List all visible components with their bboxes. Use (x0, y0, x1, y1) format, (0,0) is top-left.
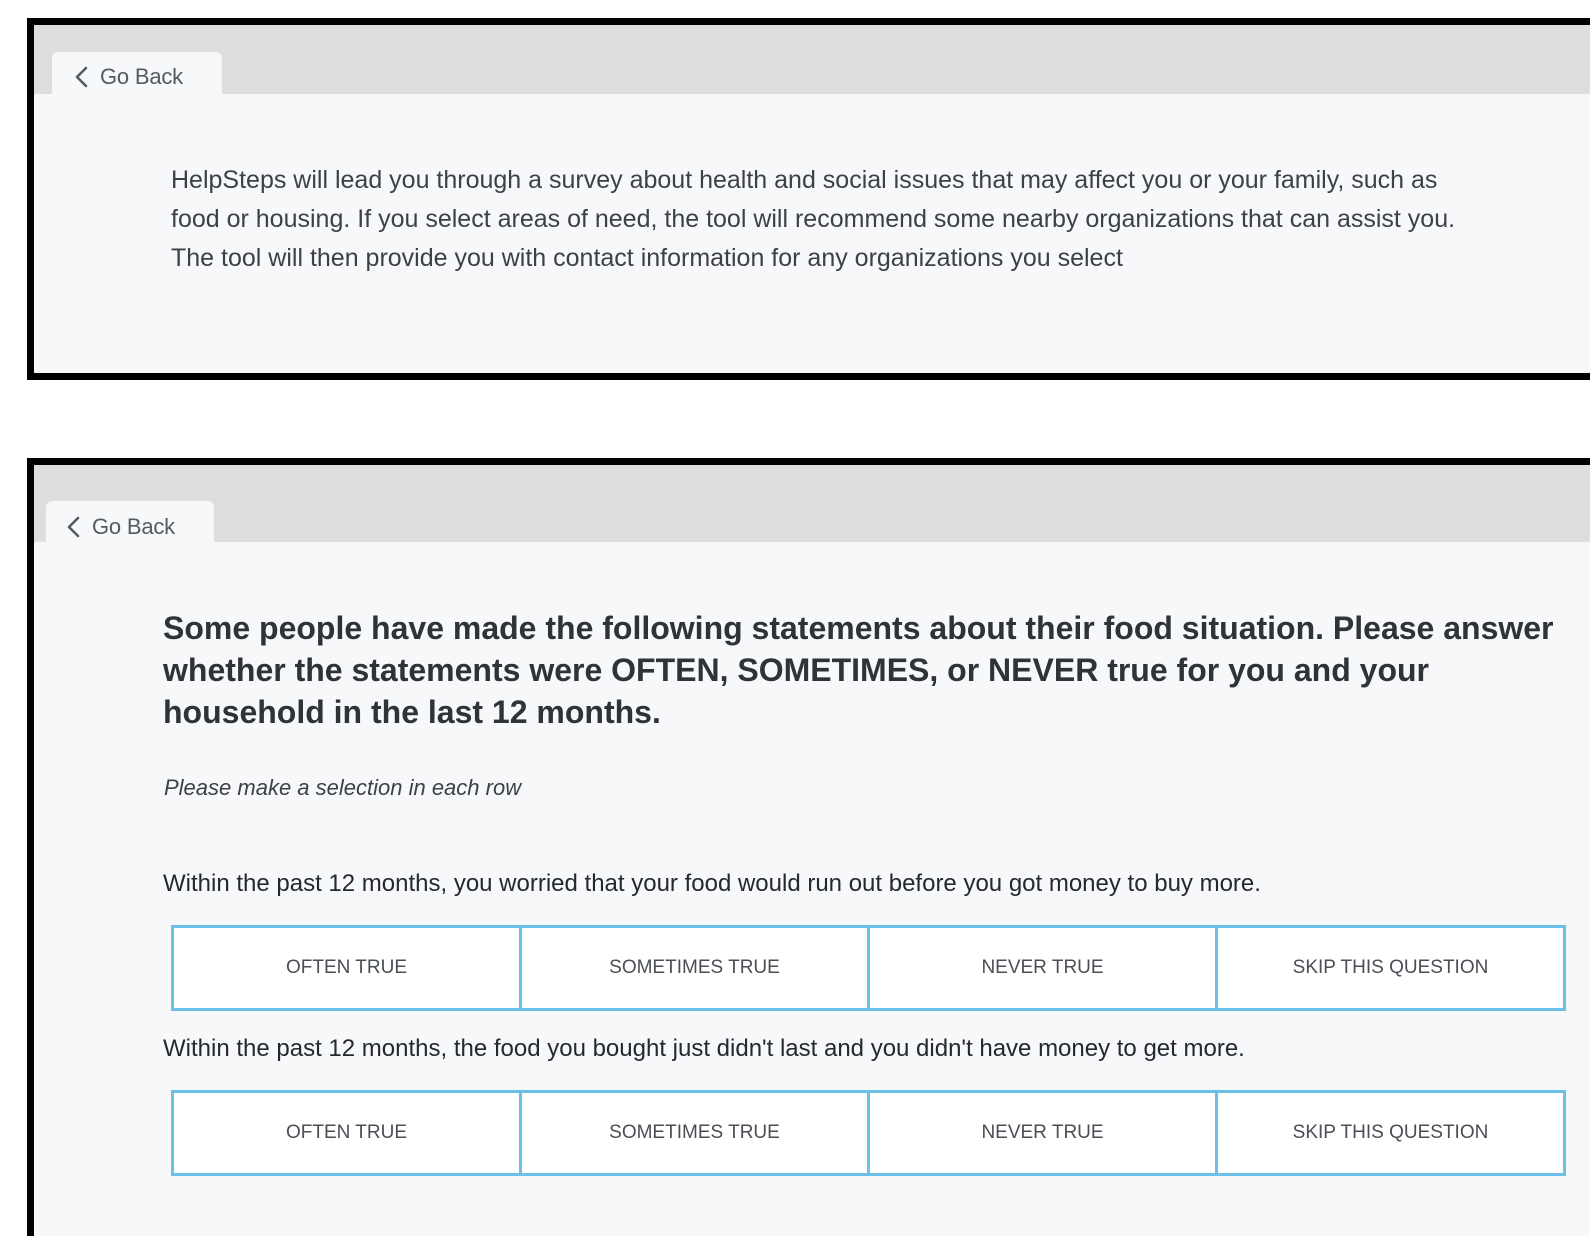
never-true-button[interactable]: NEVER TRUE (867, 1090, 1218, 1176)
go-back-button[interactable]: Go Back (52, 52, 222, 102)
answer-choice-row: OFTEN TRUE SOMETIMES TRUE NEVER TRUE SKI… (171, 1090, 1566, 1176)
skip-question-button[interactable]: SKIP THIS QUESTION (1215, 925, 1566, 1011)
statement-text: Within the past 12 months, the food you … (163, 1035, 1245, 1062)
chevron-left-icon (75, 66, 88, 88)
top-bar (34, 465, 1590, 542)
answer-choice-row: OFTEN TRUE SOMETIMES TRUE NEVER TRUE SKI… (171, 925, 1566, 1011)
go-back-button[interactable]: Go Back (46, 501, 214, 553)
top-bar (34, 25, 1590, 94)
statement-text: Within the past 12 months, you worried t… (163, 870, 1261, 897)
often-true-button[interactable]: OFTEN TRUE (171, 1090, 522, 1176)
question-title: Some people have made the following stat… (163, 610, 1554, 730)
intro-panel: Go Back HelpSteps will lead you through … (27, 18, 1590, 380)
question-panel: Go Back Some people have made the follow… (27, 458, 1590, 1236)
never-true-button[interactable]: NEVER TRUE (867, 925, 1218, 1011)
sometimes-true-button[interactable]: SOMETIMES TRUE (519, 925, 870, 1011)
skip-question-button[interactable]: SKIP THIS QUESTION (1215, 1090, 1566, 1176)
selection-hint: Please make a selection in each row (164, 775, 522, 800)
chevron-left-icon (67, 516, 80, 538)
often-true-button[interactable]: OFTEN TRUE (171, 925, 522, 1011)
go-back-label: Go Back (92, 514, 175, 539)
go-back-label: Go Back (100, 64, 183, 89)
sometimes-true-button[interactable]: SOMETIMES TRUE (519, 1090, 870, 1176)
intro-text: HelpSteps will lead you through a survey… (171, 166, 1456, 272)
